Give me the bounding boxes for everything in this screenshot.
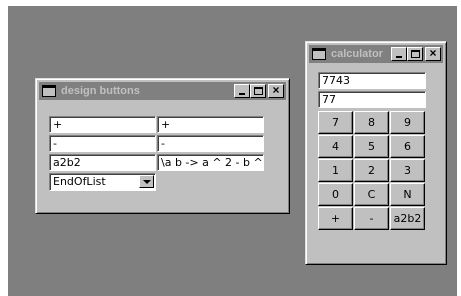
op-def-field-3[interactable]: \a b -> a ^ 2 - b ^ 2 <box>157 154 264 171</box>
maximize-button[interactable] <box>250 84 266 98</box>
window-title: calculator <box>331 48 383 60</box>
op-name-field-3[interactable]: a2b2 <box>49 154 156 171</box>
minimize-icon <box>239 93 245 95</box>
negate-button[interactable]: N <box>390 183 425 206</box>
chevron-down-icon <box>143 180 151 184</box>
dropdown-arrow-button[interactable] <box>139 175 154 188</box>
close-icon: × <box>272 83 280 97</box>
maximize-icon <box>411 50 420 58</box>
end-of-list-dropdown[interactable]: EndOfList <box>49 173 156 191</box>
desktop: design buttons × + + - - a2b2 \a b -> a … <box>8 6 457 296</box>
key-1-button[interactable]: 1 <box>318 159 353 182</box>
close-button[interactable]: × <box>268 83 284 98</box>
close-icon: × <box>429 46 437 60</box>
maximize-button[interactable] <box>407 47 423 61</box>
op-name-field-1[interactable]: + <box>49 116 156 133</box>
op-name-field-2[interactable]: - <box>49 135 156 152</box>
key-5-button[interactable]: 5 <box>354 135 389 158</box>
op-def-field-2[interactable]: - <box>157 135 264 152</box>
design-buttons-window: design buttons × + + - - a2b2 \a b -> a … <box>35 78 290 214</box>
calculator-display-2[interactable]: 77 <box>318 91 426 108</box>
close-button[interactable]: × <box>425 46 441 61</box>
a2b2-button[interactable]: a2b2 <box>390 207 425 230</box>
calculator-display-1[interactable]: 7743 <box>318 72 426 89</box>
key-9-button[interactable]: 9 <box>390 111 425 134</box>
calculator-window: calculator × 7743 77 7 8 9 4 5 6 1 2 3 0… <box>305 41 447 265</box>
key-7-button[interactable]: 7 <box>318 111 353 134</box>
key-6-button[interactable]: 6 <box>390 135 425 158</box>
dropdown-value: EndOfList <box>53 175 106 188</box>
key-2-button[interactable]: 2 <box>354 159 389 182</box>
calculator-titlebar[interactable]: calculator × <box>309 45 443 63</box>
minimize-icon <box>396 56 402 58</box>
maximize-icon <box>254 87 263 95</box>
op-def-field-1[interactable]: + <box>157 116 264 133</box>
window-menu-icon[interactable] <box>312 48 326 60</box>
clear-button[interactable]: C <box>354 183 389 206</box>
key-4-button[interactable]: 4 <box>318 135 353 158</box>
design-buttons-titlebar[interactable]: design buttons × <box>39 82 286 100</box>
minus-button[interactable]: - <box>354 207 389 230</box>
plus-button[interactable]: + <box>318 207 353 230</box>
window-title: design buttons <box>61 85 140 97</box>
minimize-button[interactable] <box>234 84 250 98</box>
key-0-button[interactable]: 0 <box>318 183 353 206</box>
key-3-button[interactable]: 3 <box>390 159 425 182</box>
minimize-button[interactable] <box>391 47 407 61</box>
window-menu-icon[interactable] <box>42 85 56 97</box>
key-8-button[interactable]: 8 <box>354 111 389 134</box>
